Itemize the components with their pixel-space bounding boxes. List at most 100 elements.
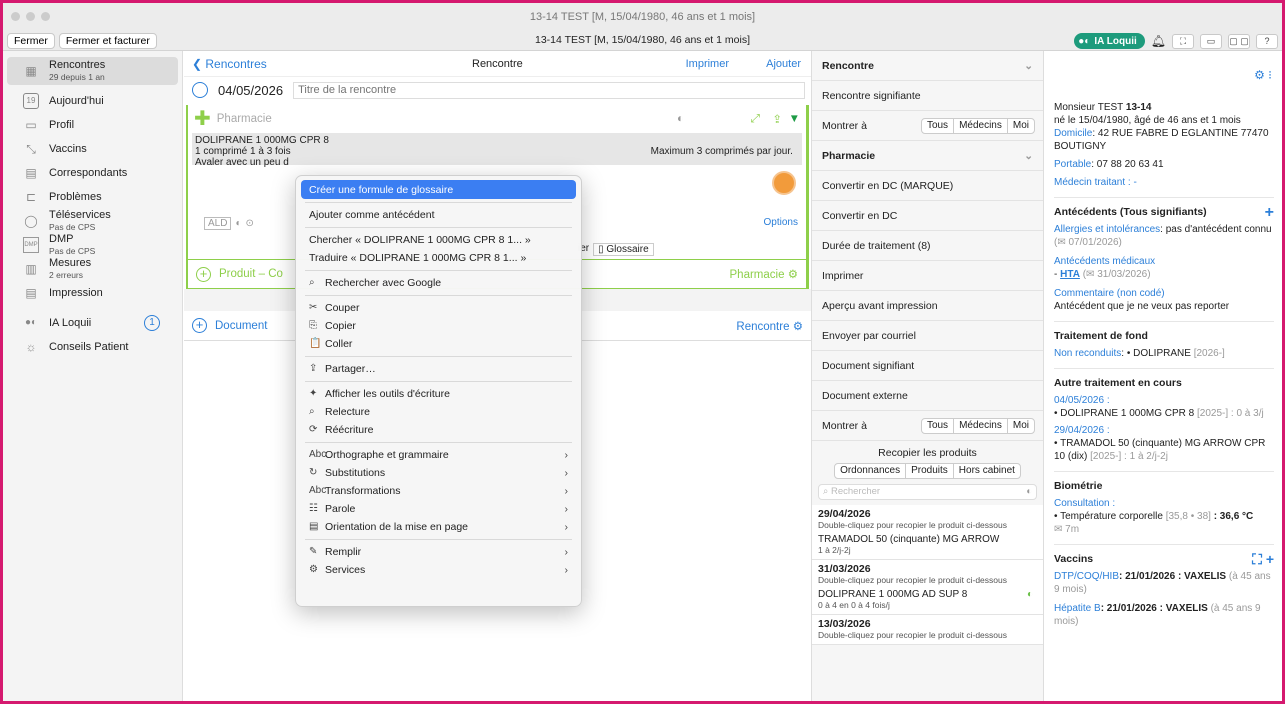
share-icon[interactable]: ⇪ [772, 112, 782, 126]
convert-dc-brand[interactable]: Convertir en DC (MARQUE) [812, 171, 1043, 201]
title-bar: 13-14 TEST [M, 15/04/1980, 46 ans et 1 m… [3, 3, 1282, 31]
prescription-text[interactable]: DOLIPRANE 1 000MG CPR 8 1 comprimé 1 à 3… [192, 133, 802, 168]
add-document-icon[interactable]: + [192, 318, 207, 333]
sidebar-item-vaccines[interactable]: ⤡ Vaccins [3, 137, 182, 161]
chevron-right-icon: › [564, 503, 569, 515]
external-document[interactable]: Document externe [812, 381, 1043, 411]
print-button[interactable]: Imprimer [686, 58, 729, 70]
pharmacy-section-header[interactable]: Pharmacie ⌄ [812, 141, 1043, 171]
window-controls[interactable] [11, 12, 50, 21]
other-treatment-title: Autre traitement en cours [1054, 368, 1274, 390]
context-menu-item[interactable]: ⇪ Partager… [301, 360, 576, 378]
settings-icon[interactable]: ⚙ ⁝ [1254, 69, 1272, 82]
sidebar-item-measures[interactable]: ▥ Mesures 2 erreurs [3, 257, 182, 281]
context-menu-item[interactable]: ✎ Remplir › [301, 543, 576, 561]
grid-icon: ▦ [25, 64, 37, 78]
sidebar-item-profile[interactable]: ▭ Profil [3, 113, 182, 137]
scan-icon[interactable]: ⛶ [1172, 33, 1194, 49]
gear-icon: ⚙ [787, 269, 798, 281]
pill-icon[interactable] [772, 171, 796, 195]
significant-document[interactable]: Document signifiant [812, 351, 1043, 381]
history-item[interactable]: 29/04/2026 Double-cliquez pour recopier … [812, 505, 1043, 560]
audience-segmented[interactable]: Tous Médecins Moi [920, 118, 1035, 134]
menu-icon: ⌕ [309, 277, 315, 288]
expand-icon[interactable]: ⤢ [751, 113, 760, 126]
print-action[interactable]: Imprimer [812, 261, 1043, 291]
context-menu-item[interactable]: ⌕ Relecture [301, 403, 576, 421]
audience-segmented-2[interactable]: Tous Médecins Moi [920, 418, 1035, 434]
menu-icon: Abc [309, 449, 327, 460]
source-tabs[interactable]: Ordonnances Produits Hors cabinet [834, 463, 1021, 479]
card-icon[interactable]: ▭ [1200, 33, 1222, 49]
rencontre-section-header[interactable]: Rencontre ⌄ [812, 51, 1043, 81]
sidebar-item-rencontres[interactable]: ▦ Rencontres 29 depuis 1 an [7, 57, 178, 85]
sidebar-item-today[interactable]: 19 Aujourd'hui [3, 89, 182, 113]
close-invoice-button[interactable]: Fermer et facturer [58, 32, 157, 49]
encounter-date[interactable]: 04/05/2026 [218, 83, 283, 98]
clock-icon[interactable] [192, 82, 208, 98]
context-menu-item[interactable]: Traduire « DOLIPRANE 1 000MG CPR 8 1... … [301, 249, 576, 267]
ald-button[interactable]: ALD [204, 217, 232, 230]
menu-item-label: Orthographe et grammaire [325, 449, 449, 461]
menu-icon: ⌕ [309, 406, 315, 417]
add-product-icon[interactable]: + [196, 266, 211, 282]
menu-item-label: Coller [325, 338, 353, 350]
context-menu-item[interactable]: Abc Orthographe et grammaire › [301, 446, 576, 464]
menu-icon: ⎘ [309, 320, 317, 331]
context-menu-item[interactable]: Ajouter comme antécédent [301, 206, 576, 224]
add-icon[interactable]: + [1265, 205, 1274, 221]
treatment-duration[interactable]: Durée de traitement (8) [812, 231, 1043, 261]
toggle-icon[interactable]: ◐ [235, 218, 241, 229]
menu-icon: ✎ [309, 546, 318, 557]
sidebar-item-advice[interactable]: ☼ Conseils Patient [3, 335, 182, 359]
toggle-icon: ◐ [1026, 486, 1032, 497]
bell-icon[interactable]: 🔔︎ [1151, 34, 1166, 48]
toggle-icon[interactable]: ◐ [677, 113, 684, 125]
context-menu-item[interactable]: ⌕ Rechercher avec Google [301, 274, 576, 292]
send-email[interactable]: Envoyer par courriel [812, 321, 1043, 351]
convert-dc[interactable]: Convertir en DC [812, 201, 1043, 231]
ia-loquii-button[interactable]: ●◐ IA Loquii [1074, 33, 1145, 49]
context-menu-item[interactable]: ✦ Afficher les outils d'écriture [301, 385, 576, 403]
chevron-down-icon[interactable]: ▼ [789, 113, 800, 125]
options-button[interactable]: Options [764, 217, 798, 228]
sidebar-item-teleservices[interactable]: ◯ Téléservices Pas de CPS [3, 209, 182, 233]
help-button[interactable]: ? [1256, 33, 1278, 49]
history-item[interactable]: 31/03/2026 Double-cliquez pour recopier … [812, 560, 1043, 615]
context-menu-item[interactable]: ✂ Couper [301, 299, 576, 317]
significant-toggle[interactable]: Rencontre signifiante [812, 81, 1043, 111]
close-button[interactable]: Fermer [7, 32, 55, 49]
circle-icon[interactable]: ⊙ [246, 218, 254, 229]
context-menu-item[interactable]: 📋 Coller [301, 335, 576, 353]
context-menu-item[interactable]: Créer une formule de glossaire [301, 180, 576, 199]
context-menu-item[interactable]: ☷ Parole › [301, 500, 576, 518]
sidebar-item-correspondents[interactable]: ▤ Correspondants [3, 161, 182, 185]
context-menu-item[interactable]: ↻ Substitutions › [301, 464, 576, 482]
print-preview[interactable]: Aperçu avant impression [812, 291, 1043, 321]
sidebar-item-dmp[interactable]: DMP DMP Pas de CPS [3, 233, 182, 257]
syringe-icon: ⤡ [26, 142, 36, 156]
rencontre-add-link[interactable]: Rencontre ⚙ [736, 319, 803, 333]
context-menu-item[interactable]: ⚙ Services › [301, 561, 576, 579]
context-menu-item[interactable]: ⟳ Réécriture [301, 421, 576, 439]
context-menu-item[interactable]: ⎘ Copier [301, 317, 576, 335]
sidebar-item-ia-loquii[interactable]: ●◐ IA Loquii 1 [3, 311, 182, 335]
patient-doctor[interactable]: Médecin traitant : - [1054, 176, 1274, 189]
layout-icon[interactable]: ▢ ▢ [1228, 33, 1250, 49]
sidebar-item-problems[interactable]: ⊏ Problèmes [3, 185, 182, 209]
printer-icon: ▤ [25, 286, 37, 300]
sidebar-item-printing[interactable]: ▤ Impression [3, 281, 182, 305]
context-menu-item[interactable]: Abc Transformations › [301, 482, 576, 500]
encounter-title-input[interactable] [293, 81, 805, 99]
context-menu-item[interactable]: Chercher « DOLIPRANE 1 000MG CPR 8 1... … [301, 231, 576, 249]
toggle-icon: ◐ [1026, 589, 1033, 600]
add-button[interactable]: Ajouter [766, 58, 801, 70]
menu-icon: ✂ [309, 302, 318, 313]
search-input[interactable]: ⌕ Rechercher ◐ [818, 484, 1037, 500]
add-icon[interactable]: ⛶ + [1252, 552, 1274, 566]
context-menu-item[interactable]: ▤ Orientation de la mise en page › [301, 518, 576, 536]
history-item[interactable]: 13/03/2026 Double-cliquez pour recopier … [812, 615, 1043, 645]
back-button[interactable]: ❮ Rencontres [192, 57, 267, 71]
pharmacy-add-link[interactable]: Pharmacie ⚙ [730, 267, 798, 281]
glossary-button[interactable]: ▯ Glossaire [593, 243, 654, 256]
